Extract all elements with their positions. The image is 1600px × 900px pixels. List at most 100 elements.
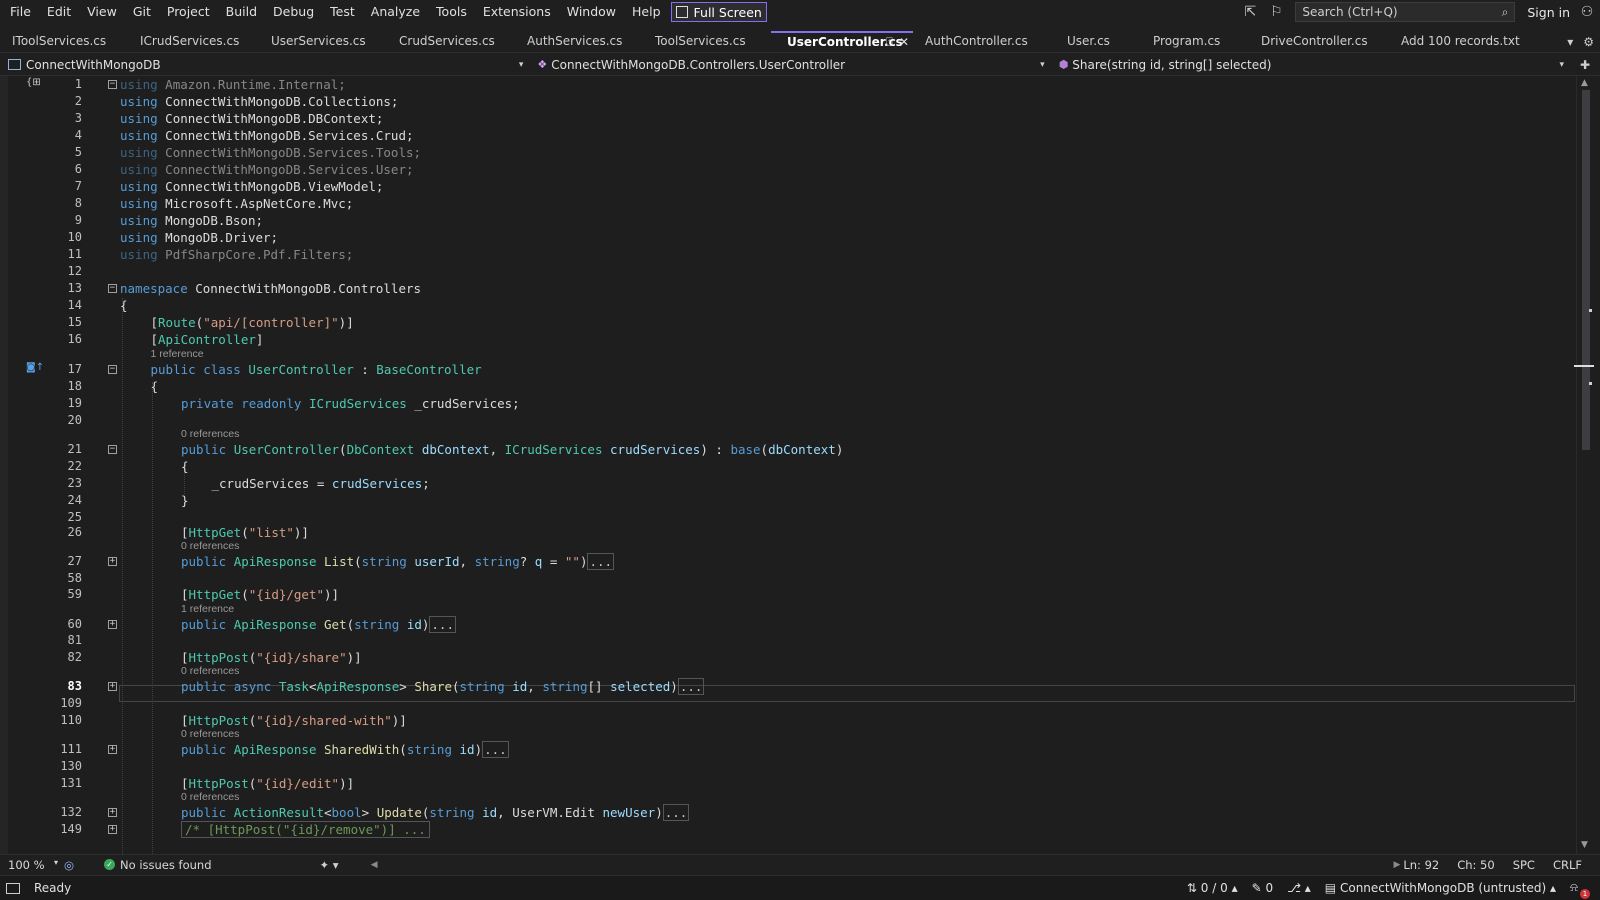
tab-toolservices[interactable]: ToolServices.cs <box>643 31 771 52</box>
sign-in-button[interactable]: Sign in <box>1523 5 1574 20</box>
copilot-icon[interactable]: ◎ <box>64 858 74 872</box>
tab-add-records[interactable]: Add 100 records.txt <box>1389 31 1539 52</box>
tab-list-icon[interactable]: ▾ <box>1567 35 1573 49</box>
code-line[interactable]: 131 [HttpPost("{id}/edit")] <box>0 775 1576 792</box>
tab-drivecontroller[interactable]: DriveController.cs <box>1249 31 1389 52</box>
code-line[interactable]: 9 using MongoDB.Bson; <box>0 212 1576 229</box>
code-line[interactable]: 10 using MongoDB.Driver; <box>0 229 1576 246</box>
quick-action-icon[interactable]: {⊞ <box>26 77 41 88</box>
close-icon[interactable]: ✕ <box>899 33 909 52</box>
code-line[interactable]: 58 <box>0 570 1576 587</box>
menu-help[interactable]: Help <box>624 0 669 24</box>
menu-debug[interactable]: Debug <box>265 0 322 24</box>
code-line[interactable]: 24} <box>0 492 1576 509</box>
code-line[interactable]: 132 + public ActionResult<bool> Update(str… <box>0 804 1576 821</box>
expand-icon[interactable]: + <box>108 808 117 817</box>
live-share-icon[interactable]: ⇱ <box>1237 0 1263 24</box>
notifications-button[interactable]: ⍾ 1 <box>1570 880 1590 899</box>
code-line[interactable]: 26 [HttpGet("list")] <box>0 524 1576 541</box>
scroll-down-icon[interactable]: ▼ <box>1581 840 1588 850</box>
codelens-references[interactable]: 1 reference <box>151 348 204 360</box>
code-line[interactable]: 8 using Microsoft.AspNetCore.Mvc; <box>0 195 1576 212</box>
code-line[interactable]: 59 [HttpGet("{id}/get")] <box>0 586 1576 603</box>
feedback-icon[interactable]: ⚐ <box>1263 0 1289 24</box>
code-line[interactable]: 22 { <box>0 458 1576 475</box>
collapse-icon[interactable]: − <box>108 80 117 89</box>
settings-icon[interactable]: ⚙ <box>1583 35 1594 49</box>
menu-tools[interactable]: Tools <box>428 0 475 24</box>
code-line[interactable]: 6 using ConnectWithMongoDB.Services.User; <box>0 161 1576 178</box>
tab-user[interactable]: User.cs <box>1055 31 1141 52</box>
code-line[interactable]: 1 − {⊞ using Amazon.Runtime.Internal; <box>0 76 1576 93</box>
code-line[interactable]: 81 <box>0 632 1576 649</box>
tab-crudservices[interactable]: CrudServices.cs <box>387 31 515 52</box>
codelens-references[interactable]: 0 references <box>181 428 239 440</box>
branch-icon[interactable]: ⎇ ▴ <box>1287 881 1311 895</box>
output-icon[interactable] <box>6 882 20 894</box>
full-screen-button[interactable]: Full Screen <box>670 2 767 22</box>
tab-program[interactable]: Program.cs <box>1141 31 1249 52</box>
cleanup-icon[interactable]: ✦ ▾ <box>320 858 339 872</box>
tab-usercontroller[interactable]: UserController.cs ⍐ ✕ <box>771 31 913 52</box>
menu-view[interactable]: View <box>79 0 125 24</box>
menu-window[interactable]: Window <box>559 0 624 24</box>
issues-indicator[interactable]: ✓ No issues found <box>104 858 212 872</box>
code-line[interactable]: 19 private readonly ICrudServices _crudSe… <box>0 395 1576 412</box>
collapse-icon[interactable]: − <box>108 445 117 454</box>
code-line[interactable]: 27 + public ApiResponse List(string userId… <box>0 553 1576 570</box>
code-line[interactable]: 5 using ConnectWithMongoDB.Services.Tools… <box>0 144 1576 161</box>
tab-userservices[interactable]: UserServices.cs <box>259 31 387 52</box>
code-line[interactable]: 3 using ConnectWithMongoDB.DBContext; <box>0 110 1576 127</box>
project-dropdown[interactable]: ConnectWithMongoDB ▾ <box>0 54 529 76</box>
scroll-thumb[interactable] <box>1582 90 1590 450</box>
codelens-references[interactable]: 0 references <box>181 728 239 740</box>
indent-mode[interactable]: SPC <box>1513 858 1535 872</box>
account-icon[interactable]: ⚇ <box>1574 0 1600 24</box>
expand-icon[interactable]: + <box>108 557 117 566</box>
collapsed-region[interactable]: ... <box>429 616 456 633</box>
code-line[interactable]: 11 using PdfSharpCore.Pdf.Filters; <box>0 246 1576 263</box>
code-line[interactable]: 18 { <box>0 378 1576 395</box>
collapsed-region[interactable]: ... <box>587 553 615 570</box>
menu-edit[interactable]: Edit <box>39 0 79 24</box>
tab-icrudservices[interactable]: ICrudServices.cs <box>128 31 259 52</box>
menu-build[interactable]: Build <box>218 0 265 24</box>
code-line[interactable]: 2 using ConnectWithMongoDB.Collections; <box>0 93 1576 110</box>
code-editor[interactable]: ▲ ▼ 1 − {⊞ using Amazon.Runtime.Internal; 2 u… <box>0 76 1600 854</box>
menu-git[interactable]: Git <box>125 0 159 24</box>
codelens-references[interactable]: 0 references <box>181 665 239 677</box>
vertical-scrollbar[interactable]: ▲ ▼ <box>1576 76 1594 854</box>
menu-file[interactable]: File <box>0 0 39 24</box>
menu-analyze[interactable]: Analyze <box>363 0 428 24</box>
member-dropdown[interactable]: ⬢ Share(string id, string[] selected) ▾ <box>1051 54 1570 76</box>
search-input[interactable]: Search (Ctrl+Q) ⌕ <box>1295 2 1516 22</box>
collapse-icon[interactable]: − <box>108 284 117 293</box>
code-line[interactable]: 16 [ApiController] <box>0 331 1576 348</box>
codelens-references[interactable]: 0 references <box>181 791 239 803</box>
code-line[interactable]: 13 − namespace ConnectWithMongoDB.Controll… <box>0 280 1576 297</box>
pin-icon[interactable]: ⍐ <box>886 33 893 52</box>
scroll-up-icon[interactable]: ▲ <box>1581 78 1588 88</box>
code-line[interactable]: 15 [Route("api/[controller]")] <box>0 314 1576 331</box>
collapsed-region[interactable]: ... <box>482 741 509 758</box>
code-line[interactable]: 12 <box>0 263 1576 280</box>
code-line[interactable]: 109 <box>0 695 1576 712</box>
code-line[interactable]: 20 <box>0 412 1576 429</box>
collapse-icon[interactable]: − <box>108 365 117 374</box>
repository-indicator[interactable]: ▤ ConnectWithMongoDB (untrusted) ▴ <box>1325 881 1556 895</box>
code-line[interactable]: 60 + public ApiResponse Get(string id)... <box>0 616 1576 633</box>
tab-authservices[interactable]: AuthServices.cs <box>515 31 643 52</box>
expand-icon[interactable]: + <box>108 745 117 754</box>
code-line[interactable]: 111 + public ApiResponse SharedWith(string… <box>0 741 1576 758</box>
split-editor-icon[interactable]: ✚ <box>1570 58 1600 72</box>
inheritance-icon[interactable]: ◙↑ <box>26 362 44 373</box>
code-line[interactable]: 110 [HttpPost("{id}/shared-with")] <box>0 712 1576 729</box>
menu-test[interactable]: Test <box>322 0 363 24</box>
tab-authcontroller[interactable]: AuthController.cs <box>913 31 1055 52</box>
code-line[interactable]: 4 using ConnectWithMongoDB.Services.Crud; <box>0 127 1576 144</box>
codelens-references[interactable]: 1 reference <box>181 603 234 615</box>
code-line[interactable]: 17 − ◙↑ public class UserController : BaseC… <box>0 361 1576 378</box>
code-line[interactable]: 23 _crudServices = crudServices; <box>0 475 1576 492</box>
expand-icon[interactable]: + <box>108 620 117 629</box>
line-endings[interactable]: CRLF <box>1553 858 1582 872</box>
